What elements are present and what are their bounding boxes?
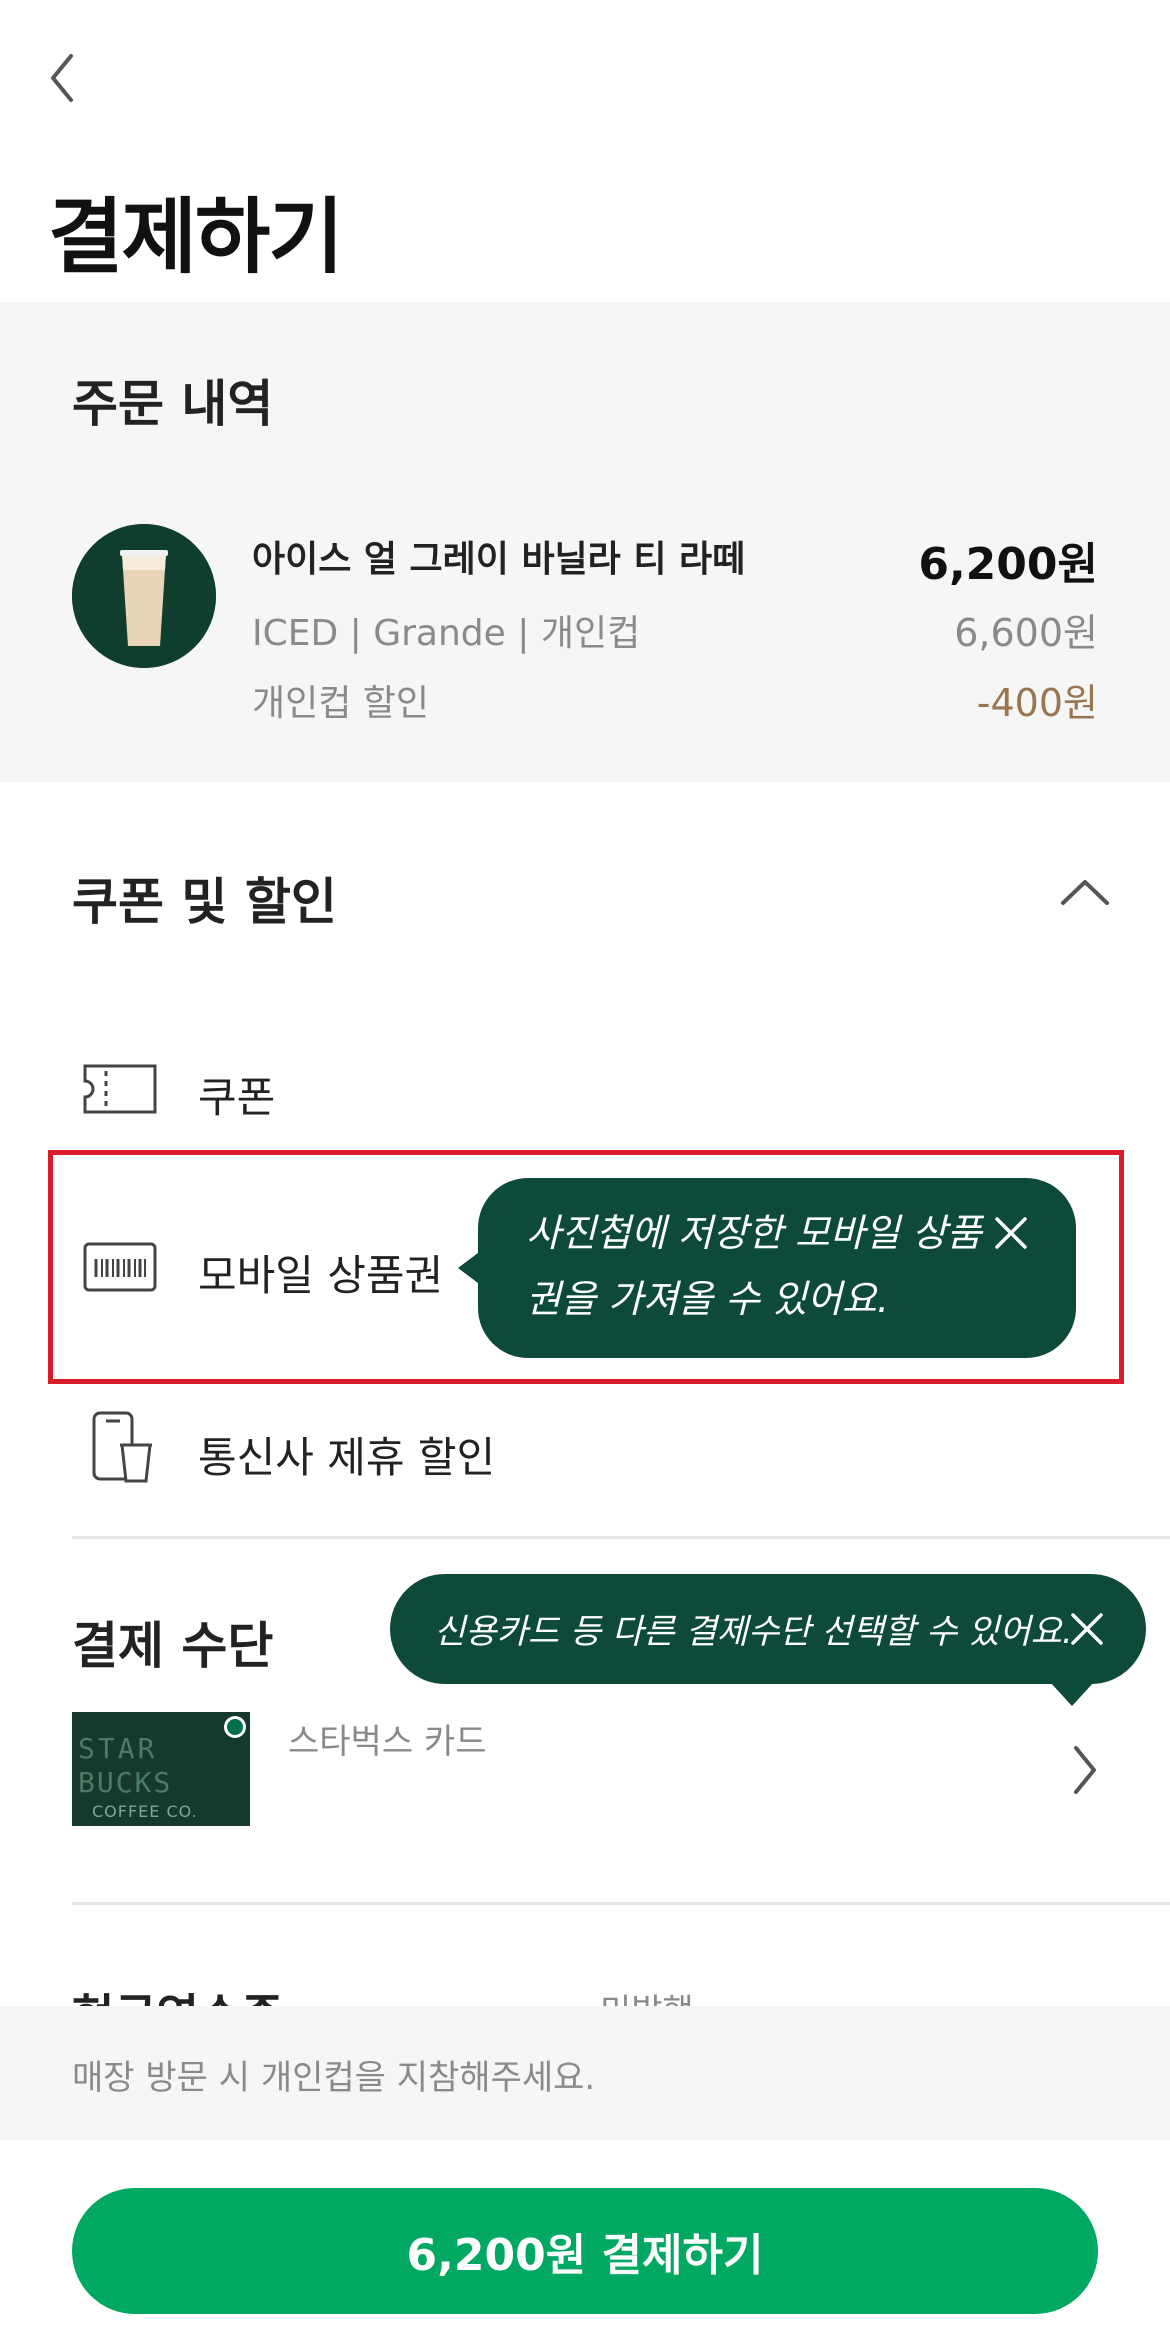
gift-card-tooltip: 사진첩에 저장한 모바일 상품권을 가져올 수 있어요. xyxy=(478,1178,1076,1358)
discount-amount: -400원 xyxy=(976,681,1098,725)
card-art-text: COFFEE CO. xyxy=(92,1802,198,1821)
product-image xyxy=(72,524,216,668)
close-icon xyxy=(1071,1613,1103,1645)
ticket-icon xyxy=(80,1054,160,1124)
gift-card-tooltip-text: 사진첩에 저장한 모바일 상품권을 가져올 수 있어요. xyxy=(526,1211,982,1321)
close-gift-card-tooltip-button[interactable] xyxy=(986,1208,1036,1258)
payment-tooltip: 신용카드 등 다른 결제수단 선택할 수 있어요. xyxy=(390,1574,1146,1684)
payment-method-row[interactable]: STAR BUCKS COFFEE CO. 스타벅스 카드 xyxy=(48,1700,1122,1840)
telecom-discount-row[interactable]: 통신사 제휴 할인 xyxy=(48,1400,1122,1500)
discount-label: 개인컵 할인 xyxy=(252,683,430,724)
card-art-text: BUCKS xyxy=(78,1766,173,1799)
final-price: 6,200원 xyxy=(918,539,1098,590)
starbucks-card-image: STAR BUCKS COFFEE CO. xyxy=(72,1712,250,1826)
starbucks-logo-icon xyxy=(224,1716,246,1738)
payment-heading: 결제 수단 xyxy=(72,1617,274,1675)
chevron-left-icon xyxy=(51,54,73,102)
order-section: 주문 내역 아이스 얼 그레이 바닐라 티 라떼 ICED | Grande |… xyxy=(0,302,1170,782)
telecom-discount-label: 통신사 제휴 할인 xyxy=(198,1433,496,1482)
close-payment-tooltip-button[interactable] xyxy=(1062,1604,1112,1654)
page-title: 결제하기 xyxy=(48,190,344,285)
product-options: ICED | Grande | 개인컵 xyxy=(252,613,641,654)
close-icon xyxy=(995,1217,1027,1249)
notice-text: 매장 방문 시 개인컵을 지참해주세요. xyxy=(72,2058,596,2098)
payment-tooltip-text: 신용카드 등 다른 결제수단 선택할 수 있어요. xyxy=(434,1612,1073,1652)
original-price: 6,600원 xyxy=(954,611,1098,655)
collapse-coupons-button[interactable] xyxy=(1050,862,1120,922)
order-heading: 주문 내역 xyxy=(72,375,274,433)
notice-bar: 매장 방문 시 개인컵을 지참해주세요. xyxy=(0,2006,1170,2140)
coupons-heading: 쿠폰 및 할인 xyxy=(72,873,337,931)
back-button[interactable] xyxy=(40,50,84,106)
chevron-up-icon xyxy=(1061,880,1109,905)
product-name: 아이스 얼 그레이 바닐라 티 라떼 xyxy=(252,539,746,580)
card-art-text: STAR xyxy=(78,1732,158,1765)
card-name: 스타벅스 카드 xyxy=(288,1722,487,1762)
pay-button-label: 6,200원 결제하기 xyxy=(406,2230,764,2281)
divider xyxy=(72,1902,1170,1905)
iced-latte-cup-icon xyxy=(72,524,216,668)
divider xyxy=(72,1536,1170,1539)
phone-cup-icon xyxy=(80,1411,160,1483)
pay-button[interactable]: 6,200원 결제하기 xyxy=(72,2188,1098,2314)
coupon-label: 쿠폰 xyxy=(198,1073,276,1122)
payment-method-chevron xyxy=(1060,1740,1110,1800)
chevron-right-icon xyxy=(1074,1746,1096,1794)
coupon-row[interactable]: 쿠폰 xyxy=(48,1040,1122,1140)
